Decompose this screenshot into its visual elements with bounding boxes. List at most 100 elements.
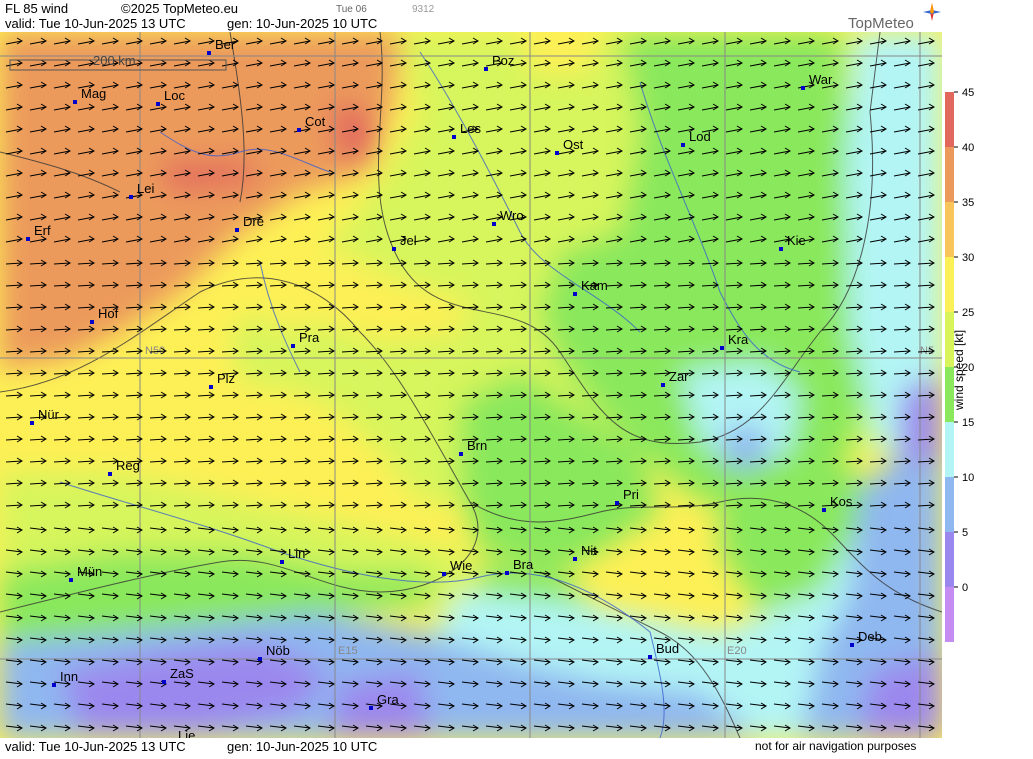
- city-marker-icon: [573, 292, 577, 296]
- city-label: Erf: [34, 223, 51, 238]
- city-label: ZaS: [170, 666, 194, 681]
- city-marker-icon: [492, 222, 496, 226]
- city-label: Poz: [492, 53, 514, 68]
- city-label: Mün: [77, 564, 102, 579]
- valid-time: valid: Tue 10-Jun-2025 13 UTC: [5, 16, 186, 31]
- grid-label-e15: E15: [338, 645, 358, 657]
- city-label: Plz: [217, 371, 235, 386]
- city-marker-icon: [129, 195, 133, 199]
- header-bar: FL 85 wind ©2025 TopMeteo.eu Tue 06 9312…: [0, 0, 945, 32]
- city-marker-icon: [26, 237, 30, 241]
- city-marker-icon: [661, 383, 665, 387]
- city-label: Wie: [450, 558, 472, 573]
- legend-color-step: [945, 92, 954, 147]
- city-label: Dre: [243, 214, 264, 229]
- grid-label-e20: E20: [727, 645, 747, 657]
- footer-gen-time: gen: 10-Jun-2025 10 UTC: [227, 739, 378, 754]
- disclaimer-text: not for air navigation purposes: [755, 739, 917, 753]
- city-marker-icon: [162, 680, 166, 684]
- city-label: Les: [460, 121, 481, 136]
- city-label: Bud: [656, 641, 679, 656]
- legend-color-step: [945, 477, 954, 532]
- city-label: Kos: [830, 494, 853, 509]
- legend-color-step: [945, 532, 954, 587]
- city-marker-icon: [442, 572, 446, 576]
- city-marker-icon: [681, 143, 685, 147]
- city-label: Gra: [377, 692, 399, 707]
- city-label: Kra: [728, 332, 749, 347]
- city-label: Mag: [81, 86, 106, 101]
- city-marker-icon: [573, 557, 577, 561]
- scale-bar-label: 200 km: [93, 53, 136, 68]
- city-marker-icon: [235, 228, 239, 232]
- city-label: Cot: [305, 114, 326, 129]
- city-label: Pra: [299, 330, 320, 345]
- city-marker-icon: [52, 683, 56, 687]
- city-marker-icon: [850, 643, 854, 647]
- footer-valid-time: valid: Tue 10-Jun-2025 13 UTC: [5, 739, 186, 754]
- city-label: Lin: [288, 546, 305, 561]
- city-label: Nit: [581, 543, 597, 558]
- city-label: Kie: [787, 233, 806, 248]
- day-badge: Tue 06: [336, 4, 367, 15]
- compass-logo-icon: [923, 3, 941, 21]
- legend-tick-label: 15: [962, 417, 974, 429]
- city-label: War: [809, 72, 833, 87]
- footer-bar: valid: Tue 10-Jun-2025 13 UTC gen: 10-Ju…: [0, 739, 945, 754]
- city-label: Inn: [60, 669, 78, 684]
- city-marker-icon: [258, 657, 262, 661]
- city-marker-icon: [484, 67, 488, 71]
- legend-tick-label: 0: [962, 582, 968, 594]
- city-label: Lod: [689, 129, 711, 144]
- city-label: Nöb: [266, 643, 290, 658]
- city-marker-icon: [648, 655, 652, 659]
- city-label: Zar: [669, 369, 689, 384]
- legend-color-step: [945, 147, 954, 202]
- legend-color-step: [945, 422, 954, 477]
- city-marker-icon: [69, 578, 73, 582]
- city-marker-icon: [369, 706, 373, 710]
- city-marker-icon: [30, 421, 34, 425]
- city-marker-icon: [505, 571, 509, 575]
- city-marker-icon: [73, 100, 77, 104]
- city-label: Hof: [98, 306, 119, 321]
- city-label: Ost: [563, 137, 584, 152]
- city-marker-icon: [209, 385, 213, 389]
- city-marker-icon: [801, 86, 805, 90]
- city-marker-icon: [90, 320, 94, 324]
- city-label: Pri: [623, 487, 639, 502]
- legend-tick-label: 5: [962, 527, 968, 539]
- city-marker-icon: [207, 51, 211, 55]
- brand-logo-text: TopMeteo: [848, 15, 914, 32]
- city-marker-icon: [615, 501, 619, 505]
- legend-color-step: [945, 587, 954, 642]
- legend-color-step: [945, 257, 954, 312]
- city-marker-icon: [392, 247, 396, 251]
- city-marker-icon: [156, 102, 160, 106]
- city-label: Lei: [137, 181, 154, 196]
- city-label: Lie: [178, 728, 195, 738]
- city-marker-icon: [720, 346, 724, 350]
- legend-color-step: [945, 202, 954, 257]
- city-marker-icon: [779, 247, 783, 251]
- city-marker-icon: [822, 508, 826, 512]
- legend-tick-label: 45: [962, 87, 974, 99]
- product-title: FL 85 wind: [5, 1, 69, 16]
- city-marker-icon: [108, 472, 112, 476]
- gen-time: gen: 10-Jun-2025 10 UTC: [227, 16, 378, 31]
- city-marker-icon: [459, 452, 463, 456]
- city-marker-icon: [280, 560, 284, 564]
- city-label: Reg: [116, 458, 140, 473]
- legend-tick-label: 30: [962, 252, 974, 264]
- city-label: Ber: [215, 37, 236, 52]
- city-label: Nür: [38, 407, 60, 422]
- city-label: Deb: [858, 629, 882, 644]
- legend-tick-label: 25: [962, 307, 974, 319]
- wind-map[interactable]: N50 N5 E15 E20 200 km Ber Poz War Mag Loc Cot…: [0, 32, 942, 738]
- legend-title: wind speed [kt]: [952, 330, 966, 411]
- city-label: Loc: [164, 88, 185, 103]
- city-label: Jel: [400, 233, 417, 248]
- legend-tick-label: 10: [962, 472, 974, 484]
- city-marker-icon: [452, 135, 456, 139]
- city-label: Brn: [467, 438, 487, 453]
